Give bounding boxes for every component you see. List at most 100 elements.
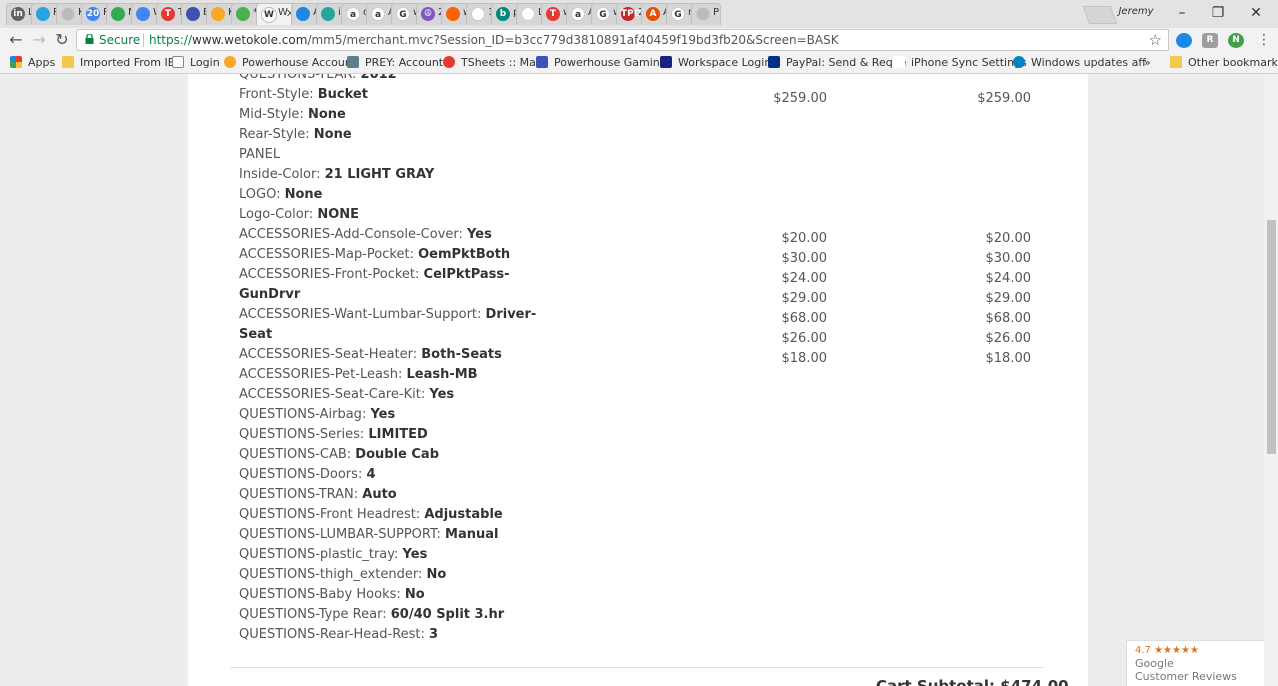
scrollbar[interactable] bbox=[1264, 74, 1278, 686]
mail-icon bbox=[660, 56, 672, 68]
bookmark-item[interactable]: Workspace Login bbox=[660, 56, 771, 69]
accessory-price: $24.00 bbox=[781, 271, 828, 286]
accessory-total: $20.00 bbox=[985, 231, 1032, 246]
secure-label: Secure bbox=[99, 33, 141, 47]
calendar-icon bbox=[536, 56, 548, 68]
more-bookmarks-button[interactable]: » bbox=[1144, 56, 1151, 69]
bookmark-label: Powerhouse Gaming bbox=[554, 56, 667, 69]
bookmark-item[interactable]: Powerhouse Gaming bbox=[536, 56, 667, 69]
option-colon: : bbox=[316, 167, 325, 182]
apps-icon bbox=[10, 56, 22, 68]
tsheets-icon: T bbox=[546, 7, 560, 21]
option-line: Rear-Style: None bbox=[239, 127, 352, 142]
wetokole-icon: W bbox=[261, 7, 277, 23]
address-bar[interactable]: Secure https://www.wetokole.com/mm5/merc… bbox=[76, 29, 1169, 51]
amazon-icon: a bbox=[571, 7, 585, 21]
bookmark-item[interactable]: PREY: Account bbox=[347, 56, 443, 69]
option-value: None bbox=[284, 187, 323, 202]
option-name: QUESTIONS-Doors bbox=[239, 467, 358, 482]
bookmark-item[interactable]: Imported From IE bbox=[62, 56, 175, 69]
option-name: QUESTIONS-thigh_extender bbox=[239, 567, 418, 582]
bookmark-item[interactable]: TSheets :: Map bbox=[443, 56, 543, 69]
tpd-icon: TPD bbox=[621, 7, 642, 21]
item-price: $259.00 bbox=[773, 91, 827, 106]
section-divider bbox=[230, 667, 1044, 668]
option-name: QUESTIONS-Rear-Head-Rest bbox=[239, 627, 421, 642]
option-value: No bbox=[404, 587, 425, 602]
reload-icon[interactable]: ↻ bbox=[52, 30, 72, 50]
bookmark-item[interactable]: PayPal: Send & Reque bbox=[768, 56, 906, 69]
bookmarks-bar: Apps Imported From IE Login Powerhouse Acco… bbox=[0, 53, 1278, 74]
scrollbar-thumb[interactable] bbox=[1267, 220, 1276, 454]
option-line: ACCESSORIES-Front-Pocket: CelPktPass- bbox=[239, 267, 510, 282]
option-line: QUESTIONS-thigh_extender: No bbox=[239, 567, 446, 582]
bookmark-item[interactable]: Windows updates aff bbox=[1013, 56, 1146, 69]
page-icon bbox=[61, 7, 75, 21]
accessory-price: $20.00 bbox=[781, 231, 828, 246]
url-text[interactable]: https://www.wetokole.com/mm5/merchant.mv… bbox=[149, 33, 839, 47]
paypal-icon bbox=[768, 56, 780, 68]
option-value: Yes bbox=[370, 407, 396, 422]
option-colon: : bbox=[409, 247, 419, 262]
bookmark-label: Apps bbox=[28, 56, 56, 69]
image-icon bbox=[236, 7, 250, 21]
option-name: ACCESSORIES-Add-Console-Cover bbox=[239, 227, 459, 242]
bookmark-item[interactable]: Powerhouse Account bbox=[224, 56, 356, 69]
option-name: Mid-Style bbox=[239, 107, 300, 122]
accessory-price: $30.00 bbox=[781, 251, 828, 266]
bookmark-label: PayPal: Send & Reque bbox=[786, 56, 907, 69]
review-rating: 4.7 bbox=[1135, 645, 1151, 656]
tsheets-icon bbox=[443, 56, 455, 68]
option-name: PANEL bbox=[239, 147, 281, 162]
book-icon bbox=[471, 7, 485, 21]
google-customer-reviews-badge[interactable]: 4.7 ★★★★★ Google Customer Reviews bbox=[1126, 640, 1264, 686]
option-value: 3 bbox=[429, 627, 439, 642]
review-label: Customer Reviews bbox=[1135, 670, 1237, 683]
option-value: Yes bbox=[402, 547, 428, 562]
accessory-price: $29.00 bbox=[781, 291, 828, 306]
option-colon: : bbox=[412, 347, 422, 362]
option-line: Mid-Style: None bbox=[239, 107, 346, 122]
bookmark-label: PREY: Account bbox=[365, 56, 444, 69]
cloud-extension-icon[interactable] bbox=[1176, 33, 1192, 48]
profile-name[interactable]: Jeremy bbox=[1112, 6, 1160, 17]
forward-icon[interactable]: → bbox=[29, 30, 49, 50]
option-name: Inside-Color bbox=[239, 167, 317, 182]
option-line: QUESTIONS-Series: LIMITED bbox=[239, 427, 428, 442]
minimize-icon[interactable]: – bbox=[1164, 0, 1200, 26]
linkedin-icon: in bbox=[11, 7, 25, 21]
option-line-wrap: GunDrvr bbox=[239, 287, 300, 302]
back-icon[interactable]: ← bbox=[6, 30, 26, 50]
pdf-icon: A bbox=[646, 7, 660, 21]
drive-icon bbox=[111, 7, 125, 21]
option-name: QUESTIONS-plastic_tray bbox=[239, 547, 395, 562]
option-value: 4 bbox=[366, 467, 376, 482]
new-extension-icon[interactable]: N bbox=[1228, 33, 1244, 48]
bookmark-item[interactable]: Apps bbox=[10, 56, 55, 69]
prey-icon bbox=[347, 56, 359, 68]
item-total: $259.00 bbox=[977, 91, 1031, 106]
option-value: CelPktPass- bbox=[423, 267, 510, 282]
option-value: 2012 bbox=[360, 74, 397, 82]
option-colon: : bbox=[276, 187, 285, 202]
cart-subtotal: Cart Subtotal: $474.00 bbox=[876, 677, 1069, 686]
tab-26[interactable]: P bbox=[691, 3, 721, 25]
accessory-total: $68.00 bbox=[985, 311, 1032, 326]
option-name: QUESTIONS-CAB bbox=[239, 447, 347, 462]
docs-icon bbox=[136, 7, 150, 21]
book-icon bbox=[521, 7, 535, 21]
folder-icon bbox=[1170, 56, 1182, 68]
other-bookmarks[interactable]: Other bookmarks bbox=[1170, 56, 1278, 69]
option-line-wrap: Seat bbox=[239, 327, 272, 342]
bookmark-label: Workspace Login bbox=[678, 56, 772, 69]
close-window-icon[interactable]: ✕ bbox=[1238, 0, 1274, 26]
extension-icon[interactable]: R bbox=[1202, 33, 1218, 48]
option-colon: : bbox=[353, 487, 363, 502]
menu-icon[interactable]: ⋮ bbox=[1257, 32, 1271, 48]
restore-icon[interactable]: ❐ bbox=[1200, 0, 1236, 26]
bookmark-item[interactable]: iPhone Sync Settings bbox=[893, 56, 1027, 69]
option-name: ACCESSORIES-Want-Lumbar-Support bbox=[239, 307, 478, 322]
basket-content: Cart Subtotal: $474.00 QUESTIONS-YEAR: 2… bbox=[188, 74, 1088, 686]
bookmark-item[interactable]: Login bbox=[172, 56, 220, 69]
bookmark-star-icon[interactable]: ☆ bbox=[1149, 31, 1162, 49]
